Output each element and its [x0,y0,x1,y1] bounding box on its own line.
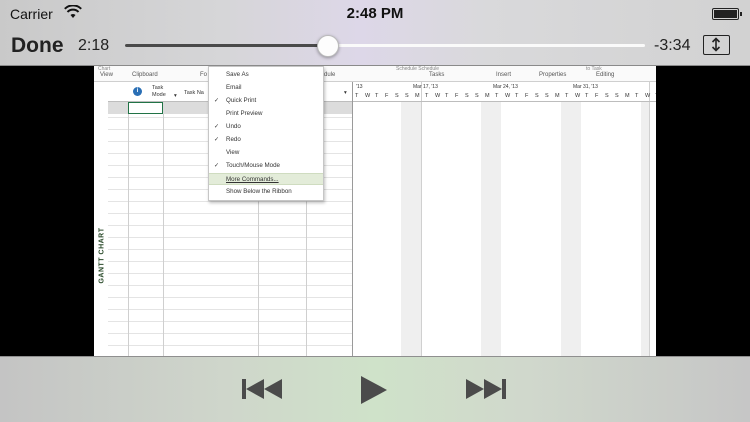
ribbon-group-editing: Editing [596,72,615,78]
timescale-day-label: M [485,93,490,99]
scrubber-progress [125,44,328,47]
timescale-day-label: T [565,93,569,99]
menu-item-label: Print Preview [226,110,263,117]
menu-item-label: Save As [226,71,249,78]
timescale-day-label: S [535,93,539,99]
timescale-day-label: T [425,93,429,99]
scrubber-thumb[interactable] [316,35,339,57]
status-time: 2:48 PM [346,5,404,22]
timescale-day-label: M [555,93,560,99]
column-header-task-name: Task Na [184,90,204,96]
menu-item-label: View [226,149,240,156]
timescale-day-label: M [625,93,630,99]
timescale-day-label: S [405,93,409,99]
timescale-day-label: F [525,93,529,99]
timescale-day-label: T [655,93,656,99]
checkmark-icon: ✓ [214,98,220,104]
menu-item-label: Quick Print [226,97,257,104]
ribbon-group-view: View [100,72,113,78]
timescale-day-label: W [575,93,581,99]
gantt-chart-area: '13 Mar 17, '13 Mar 24, '13 Mar 31, '13 TWT… [352,82,656,356]
player-top-bar: Carrier 2:48 PM Done 2:18 -3:34 [0,0,750,66]
view-bar: GANTT CHART [94,82,108,356]
battery-icon [712,8,742,20]
weekend-shade [561,102,581,356]
menu-item-undo[interactable]: ✓ Undo [209,121,323,133]
timescale-day-label: F [455,93,459,99]
done-button[interactable]: Done [11,34,64,58]
timescale-week-label: '13 [356,84,363,90]
expand-vertical-icon [711,37,721,52]
ribbon-group-insert: Insert [496,72,512,78]
play-icon[interactable] [360,375,388,405]
menu-item-email[interactable]: Email [209,82,323,94]
quick-access-menu: Save As Email ✓ Quick Print Print Preview ✓ Un… [208,66,324,201]
timescale-day-label: S [605,93,609,99]
scrubber-track[interactable] [125,44,645,47]
menu-item-view[interactable]: View [209,147,323,159]
ribbon-group-font: Fo [200,72,208,78]
menu-item-print-preview[interactable]: Print Preview [209,108,323,120]
gantt-chart-label: GANTT CHART [98,227,106,284]
chevron-down-icon: ▾ [174,93,177,99]
timescale-day-label: T [495,93,499,99]
info-icon: i [133,87,142,96]
ribbon-group-clipboard: Clipboard [132,72,158,78]
timescale-day-label: W [435,93,441,99]
weekend-shade [481,102,501,356]
timescale-week-label: Mar 24, '13 [493,84,518,90]
menu-item-more-commands[interactable]: More Commands... [209,173,323,185]
timescale-week-label: Mar 17, '13 [413,84,438,90]
ribbon-group-labels: Chart Schedule Schedule to Task View Cli… [94,66,656,82]
timescale-day-label: T [375,93,379,99]
timescale-day-label: T [635,93,639,99]
timescale-day-label: F [595,93,599,99]
timescale-day-label: W [365,93,371,99]
timescale-day-label: S [475,93,479,99]
timescale-day-label: S [545,93,549,99]
ribbon-group-properties: Properties [539,72,567,78]
menu-item-touch-mouse-mode[interactable]: ✓ Touch/Mouse Mode [209,160,323,172]
weekend-shade [401,102,421,356]
status-bar: Carrier 2:48 PM [0,0,750,26]
timescale-week-label: Mar 31, '13 [573,84,598,90]
elapsed-time: 2:18 [78,37,110,54]
selected-cell[interactable] [128,102,163,114]
checkmark-icon: ✓ [214,124,220,130]
menu-item-label: Email [226,84,242,91]
video-frame[interactable]: Chart Schedule Schedule to Task View Cli… [94,66,656,356]
chevron-down-icon: ▾ [344,90,347,96]
checkmark-icon: ✓ [214,137,220,143]
weekend-shade [641,102,649,356]
skip-forward-icon[interactable] [466,375,510,405]
menu-item-label: Touch/Mouse Mode [226,162,280,169]
ribbon-group-tasks: Tasks [429,72,445,78]
timescale-day-label: T [355,93,359,99]
menu-item-quick-print[interactable]: ✓ Quick Print [209,95,323,107]
timescale-days: TWTFSSMTWTFSSMTWTFSSMTWTFSSMTWT [353,91,656,102]
menu-item-show-below-the-ribbon[interactable]: Show Below the Ribbon [209,186,323,198]
timescale-day-label: S [395,93,399,99]
timescale-day-label: S [615,93,619,99]
aspect-fit-button[interactable] [703,35,730,55]
timescale-day-label: W [645,93,651,99]
timescale-day-label: T [445,93,449,99]
remaining-time: -3:34 [654,37,691,54]
timescale-day-label: T [515,93,519,99]
timescale-day-label: S [465,93,469,99]
skip-back-icon[interactable] [242,375,286,405]
ribbon-group-schedule: dule [324,72,336,78]
menu-item-label: More Commands... [226,176,279,183]
player-controls-bar [0,356,750,422]
timescale-day-label: F [385,93,389,99]
timescale-day-label: W [505,93,511,99]
menu-item-label: Redo [226,136,241,143]
menu-item-label: Undo [226,123,241,130]
menu-item-save-as[interactable]: Save As [209,69,323,81]
menu-item-redo[interactable]: ✓ Redo [209,134,323,146]
menu-item-label: Show Below the Ribbon [226,188,292,195]
timescale-day-label: M [415,93,420,99]
timescale-day-label: T [585,93,589,99]
checkmark-icon: ✓ [214,163,220,169]
